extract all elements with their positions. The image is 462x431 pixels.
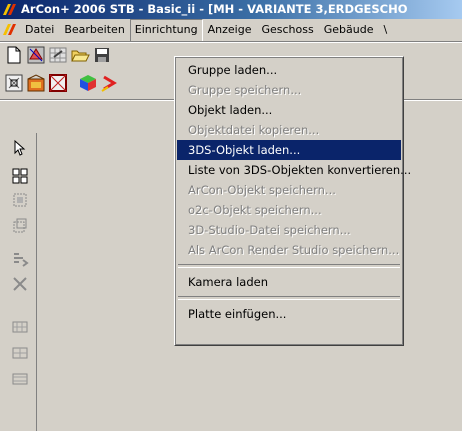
save-icon[interactable]	[92, 45, 112, 65]
menu-item-objekt-laden[interactable]: Objekt laden...	[177, 100, 401, 120]
menu-item-arcon-objekt-speichern[interactable]: ArCon-Objekt speichern...	[177, 180, 401, 200]
arcon-app-icon	[2, 1, 18, 19]
new-document-icon[interactable]	[4, 45, 24, 65]
menu-item-3ds-objekt-laden[interactable]: 3DS-Objekt laden...	[177, 140, 401, 160]
delete-icon[interactable]	[11, 275, 29, 293]
menu-datei[interactable]: Datei	[20, 19, 59, 41]
menu-item-3d-studio-speichern[interactable]: 3D-Studio-Datei speichern...	[177, 220, 401, 240]
plan-view-icon[interactable]	[26, 45, 46, 65]
menu-item-render-studio-speichern[interactable]: Als ArCon Render Studio speichern...	[177, 240, 401, 260]
room-icon[interactable]	[26, 73, 46, 93]
menu-item-gruppe-speichern[interactable]: Gruppe speichern...	[177, 80, 401, 100]
open-folder-icon[interactable]	[70, 45, 90, 65]
element-alt-icon[interactable]	[11, 217, 29, 235]
einrichtung-dropdown: Gruppe laden... Gruppe speichern... Obje…	[174, 56, 411, 346]
menu-bar: Datei Bearbeiten Einrichtung Anzeige Ges…	[0, 19, 462, 41]
menu-item-3ds-liste-konvertieren[interactable]: Liste von 3DS-Objekten konvertieren...	[177, 160, 411, 180]
move-icon[interactable]	[11, 249, 29, 267]
menu-separator	[0, 41, 462, 43]
left-toolbar	[0, 133, 37, 431]
pointer-icon[interactable]	[11, 139, 29, 157]
wall-icon[interactable]	[48, 73, 68, 93]
menu-einrichtung[interactable]: Einrichtung	[129, 19, 203, 41]
menu-overflow[interactable]: \	[378, 19, 392, 41]
menu-bearbeiten[interactable]: Bearbeiten	[59, 19, 129, 41]
menu-gebaeude[interactable]: Gebäude	[319, 19, 379, 41]
element-icon[interactable]	[11, 191, 29, 209]
measure-a-icon[interactable]	[11, 317, 29, 335]
menu-item-objektdatei-kopieren[interactable]: Objektdatei kopieren...	[177, 120, 401, 140]
3d-cube-icon[interactable]	[78, 73, 98, 93]
measure-b-icon[interactable]	[11, 343, 29, 361]
menu-geschoss[interactable]: Geschoss	[256, 19, 318, 41]
menu-item-kamera-laden[interactable]: Kamera laden	[177, 272, 401, 292]
arrow-red-icon[interactable]	[100, 73, 120, 93]
title-bar: ArCon+ 2006 STB - Basic_ii - [MH - VARIA…	[0, 0, 462, 19]
menu-separator-1	[178, 264, 400, 268]
window-title: ArCon+ 2006 STB - Basic_ii - [MH - VARIA…	[21, 2, 408, 16]
menu-item-gruppe-laden[interactable]: Gruppe laden...	[177, 60, 401, 80]
menu-separator-2	[178, 296, 400, 300]
menu-item-platte-einfuegen[interactable]: Platte einfügen...	[177, 304, 401, 324]
menu-item-o2c-objekt-speichern[interactable]: o2c-Objekt speichern...	[177, 200, 401, 220]
select-frame-icon[interactable]	[4, 73, 24, 93]
measure-c-icon[interactable]	[11, 369, 29, 387]
grid-icon[interactable]	[48, 45, 68, 65]
group-icon[interactable]	[11, 167, 29, 185]
menu-anzeige[interactable]: Anzeige	[203, 19, 257, 41]
document-app-icon[interactable]	[2, 21, 18, 40]
